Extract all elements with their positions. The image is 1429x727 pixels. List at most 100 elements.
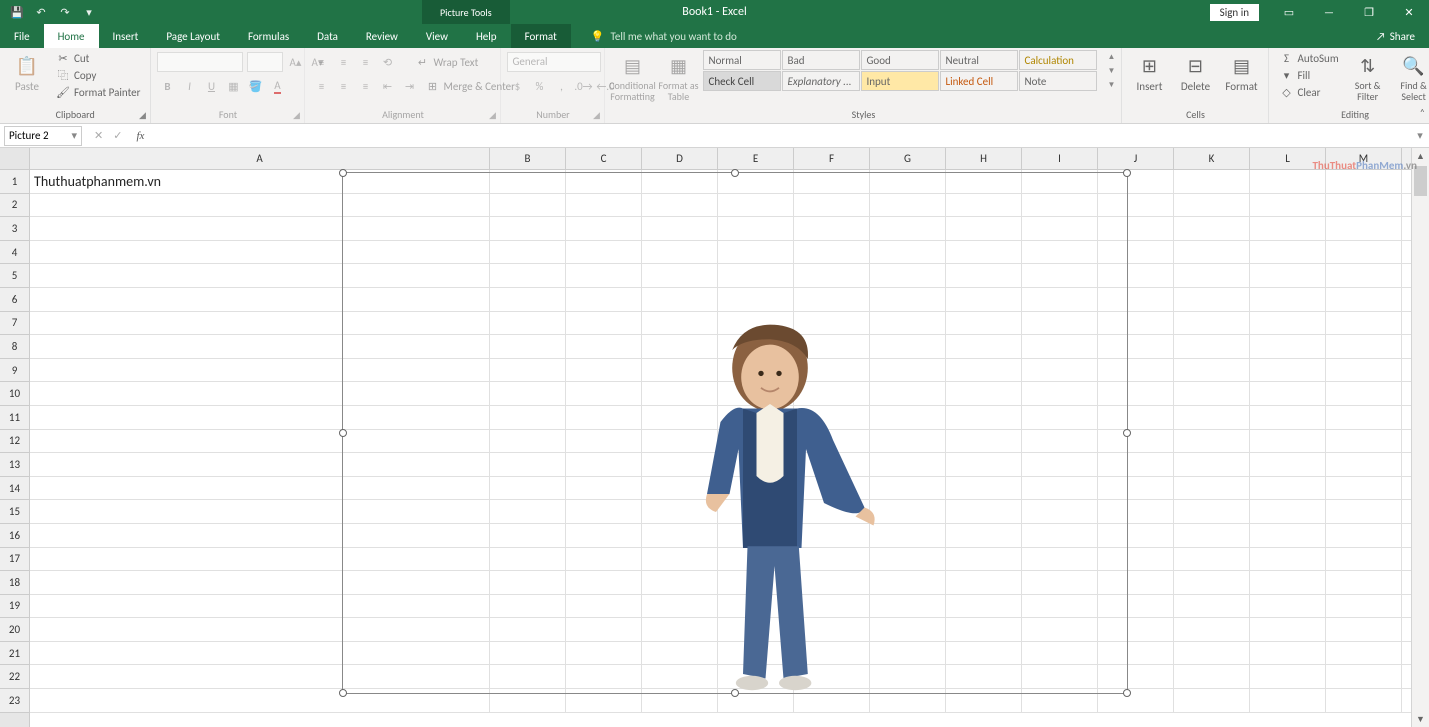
row-header-7[interactable]: 7 [0, 312, 29, 336]
cell-L16[interactable] [1250, 524, 1326, 547]
style-linked-cell[interactable]: Linked Cell [940, 71, 1018, 91]
cell-M18[interactable] [1326, 571, 1402, 594]
row-header-13[interactable]: 13 [0, 453, 29, 477]
cell-L15[interactable] [1250, 500, 1326, 523]
cell-styles-gallery[interactable]: NormalBadGoodNeutralCalculationCheck Cel… [703, 50, 1097, 91]
row-header-10[interactable]: 10 [0, 382, 29, 406]
tab-home[interactable]: Home [44, 24, 99, 48]
cell-L22[interactable] [1250, 665, 1326, 688]
row-header-6[interactable]: 6 [0, 288, 29, 312]
insert-cells-button[interactable]: ⊞Insert [1128, 50, 1170, 93]
cell-K11[interactable] [1174, 406, 1250, 429]
styles-scroll-up-icon[interactable]: ▲ [1101, 50, 1121, 64]
copy-button[interactable]: ⿻Copy [52, 67, 144, 83]
format-cells-button[interactable]: ▤Format [1220, 50, 1262, 93]
row-header-14[interactable]: 14 [0, 477, 29, 501]
cell-K8[interactable] [1174, 335, 1250, 358]
cell-K3[interactable] [1174, 217, 1250, 240]
cell-K9[interactable] [1174, 359, 1250, 382]
cell-M11[interactable] [1326, 406, 1402, 429]
cell-K22[interactable] [1174, 665, 1250, 688]
increase-indent-icon[interactable]: ⇥ [399, 76, 419, 96]
align-left-icon[interactable]: ≡ [311, 76, 331, 96]
decrease-indent-icon[interactable]: ⇤ [377, 76, 397, 96]
resize-handle-tr[interactable] [1123, 169, 1131, 177]
row-header-8[interactable]: 8 [0, 335, 29, 359]
style-check-cell[interactable]: Check Cell [703, 71, 781, 91]
row-header-16[interactable]: 16 [0, 524, 29, 548]
column-header-K[interactable]: K [1174, 148, 1250, 169]
cell-M9[interactable] [1326, 359, 1402, 382]
redo-icon[interactable]: ↷ [54, 1, 76, 23]
row-header-1[interactable]: 1 [0, 170, 29, 194]
tab-format[interactable]: Format [511, 24, 571, 48]
cell-L12[interactable] [1250, 430, 1326, 453]
paste-button[interactable]: 📋 Paste [6, 50, 48, 93]
column-header-D[interactable]: D [642, 148, 718, 169]
ribbon-display-icon[interactable]: ▭ [1269, 0, 1309, 24]
cell-K21[interactable] [1174, 642, 1250, 665]
tab-review[interactable]: Review [352, 24, 412, 48]
name-box[interactable]: Picture 2 ▾ [4, 126, 82, 146]
sheet-area[interactable]: ABCDEFGHIJKLM Thuthuatphanmem.vn [30, 148, 1411, 727]
cell-M17[interactable] [1326, 548, 1402, 571]
column-header-H[interactable]: H [946, 148, 1022, 169]
cell-M19[interactable] [1326, 595, 1402, 618]
column-header-E[interactable]: E [718, 148, 794, 169]
row-header-12[interactable]: 12 [0, 430, 29, 454]
cell-L7[interactable] [1250, 312, 1326, 335]
cell-M8[interactable] [1326, 335, 1402, 358]
cell-K18[interactable] [1174, 571, 1250, 594]
tab-file[interactable]: File [0, 24, 44, 48]
cell-L5[interactable] [1250, 264, 1326, 287]
style-good[interactable]: Good [861, 50, 939, 70]
number-dialog-launcher[interactable]: ◢ [590, 109, 602, 121]
row-header-20[interactable]: 20 [0, 618, 29, 642]
sign-in-button[interactable]: Sign in [1210, 4, 1259, 21]
row-header-15[interactable]: 15 [0, 500, 29, 524]
cell-K2[interactable] [1174, 194, 1250, 217]
column-header-F[interactable]: F [794, 148, 870, 169]
row-header-4[interactable]: 4 [0, 241, 29, 265]
sort-filter-button[interactable]: ⇅Sort & Filter [1347, 50, 1389, 102]
name-box-dropdown-icon[interactable]: ▾ [71, 129, 77, 142]
tab-view[interactable]: View [412, 24, 462, 48]
cell-K4[interactable] [1174, 241, 1250, 264]
cell-K14[interactable] [1174, 477, 1250, 500]
cell-K12[interactable] [1174, 430, 1250, 453]
clear-button[interactable]: ◇Clear [1275, 84, 1342, 100]
number-format-combo[interactable]: General [507, 52, 601, 72]
cell-M21[interactable] [1326, 642, 1402, 665]
column-header-A[interactable]: A [30, 148, 490, 169]
scroll-down-icon[interactable]: ▼ [1412, 711, 1429, 727]
cell-K17[interactable] [1174, 548, 1250, 571]
resize-handle-mr[interactable] [1123, 429, 1131, 437]
style-neutral[interactable]: Neutral [940, 50, 1018, 70]
cell-K16[interactable] [1174, 524, 1250, 547]
select-all-corner[interactable] [0, 148, 29, 170]
cell-M16[interactable] [1326, 524, 1402, 547]
selected-picture[interactable] [342, 172, 1128, 694]
cell-L3[interactable] [1250, 217, 1326, 240]
cell-M20[interactable] [1326, 618, 1402, 641]
cell-M23[interactable] [1326, 689, 1402, 712]
resize-handle-bl[interactable] [339, 689, 347, 697]
comma-format-icon[interactable]: , [551, 76, 571, 96]
cell-M3[interactable] [1326, 217, 1402, 240]
bold-button[interactable]: B [157, 76, 177, 96]
cell-M12[interactable] [1326, 430, 1402, 453]
increase-decimal-icon[interactable]: .0→ [573, 76, 593, 96]
alignment-dialog-launcher[interactable]: ◢ [486, 109, 498, 121]
close-icon[interactable]: ✕ [1389, 0, 1429, 24]
style-explanatory-[interactable]: Explanatory ... [782, 71, 860, 91]
tab-help[interactable]: Help [462, 24, 511, 48]
column-header-I[interactable]: I [1022, 148, 1098, 169]
cell-L20[interactable] [1250, 618, 1326, 641]
wrap-text-button[interactable]: ↵Wrap Text [411, 54, 482, 70]
cut-button[interactable]: ✂Cut [52, 50, 144, 66]
cell-L23[interactable] [1250, 689, 1326, 712]
row-header-5[interactable]: 5 [0, 264, 29, 288]
row-header-2[interactable]: 2 [0, 194, 29, 218]
align-middle-icon[interactable]: ≡ [333, 52, 353, 72]
underline-button[interactable]: U [201, 76, 221, 96]
